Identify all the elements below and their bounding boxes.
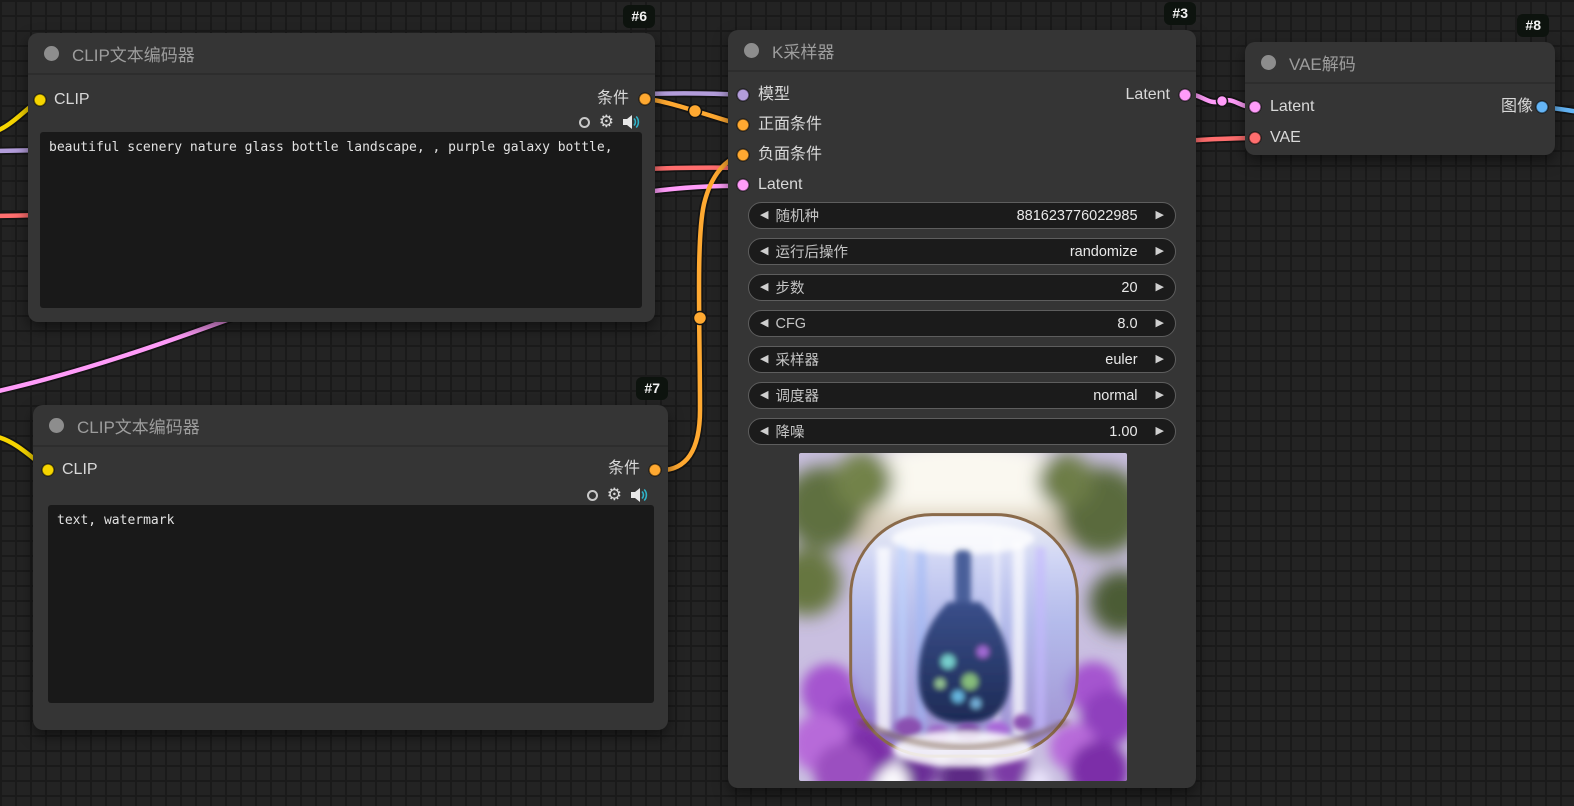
widget-label: 采样器 <box>775 349 819 370</box>
widget-value[interactable]: 8.0 <box>1117 316 1137 332</box>
increment-arrow-icon[interactable]: ▶ <box>1156 418 1164 445</box>
widget-label: 运行后操作 <box>775 241 848 262</box>
speaker-icon[interactable] <box>631 488 648 502</box>
widget-value[interactable]: normal <box>1093 388 1137 404</box>
widget-value[interactable]: 1.00 <box>1109 424 1137 440</box>
comfyui-canvas[interactable]: { "colors": { "clip": "#f6d500", "condit… <box>0 0 1574 806</box>
input-slot-label-vae: VAE <box>1270 128 1301 148</box>
node-id-badge: #6 <box>623 5 655 28</box>
node-header[interactable]: CLIP文本编码器 <box>33 405 668 447</box>
prompt-textarea[interactable]: beautiful scenery nature glass bottle la… <box>40 132 642 308</box>
node-clip-text-encode-positive[interactable]: #6 CLIP文本编码器 CLIP 条件 ⚙ beautiful scenery… <box>28 33 655 322</box>
collapse-dot-icon[interactable] <box>1261 55 1276 70</box>
input-slot-label-latent: Latent <box>1270 97 1314 117</box>
widget-control-after-generate[interactable]: ◀ 运行后操作 randomize ▶ <box>748 238 1176 265</box>
node-title: VAE解码 <box>1289 50 1356 75</box>
link-midpoint-dot[interactable] <box>1217 96 1228 107</box>
widget-seed[interactable]: ◀ 随机种 881623776022985 ▶ <box>748 202 1176 229</box>
widget-value[interactable]: randomize <box>1070 244 1138 260</box>
node-title: CLIP文本编码器 <box>77 413 200 438</box>
preview-image <box>799 453 1127 781</box>
node-header[interactable]: K采样器 <box>728 30 1196 72</box>
node-header[interactable]: VAE解码 <box>1245 42 1555 84</box>
widget-label: 随机种 <box>775 205 819 226</box>
increment-arrow-icon[interactable]: ▶ <box>1156 274 1164 301</box>
increment-arrow-icon[interactable]: ▶ <box>1156 238 1164 265</box>
widget-value[interactable]: 20 <box>1121 280 1137 296</box>
prompt-textarea[interactable]: text, watermark <box>48 505 654 703</box>
decrement-arrow-icon[interactable]: ◀ <box>760 310 768 337</box>
output-slot-label-latent: Latent <box>1126 85 1170 105</box>
node-ksampler[interactable]: #3 K采样器 模型 正面条件 负面条件 Latent Latent ◀ 随机种… <box>728 30 1196 788</box>
node-id-badge: #8 <box>1517 14 1549 37</box>
collapse-dot-icon[interactable] <box>744 43 759 58</box>
widget-steps[interactable]: ◀ 步数 20 ▶ <box>748 274 1176 301</box>
node-id-badge: #7 <box>636 377 668 400</box>
widget-value[interactable]: euler <box>1105 352 1137 368</box>
increment-arrow-icon[interactable]: ▶ <box>1156 310 1164 337</box>
widget-icon-row: ⚙ <box>587 487 648 503</box>
widget-cfg[interactable]: ◀ CFG 8.0 ▶ <box>748 310 1176 337</box>
widget-sampler-name[interactable]: ◀ 采样器 euler ▶ <box>748 346 1176 373</box>
link-midpoint-dot[interactable] <box>689 105 702 118</box>
decrement-arrow-icon[interactable]: ◀ <box>760 418 768 445</box>
link-midpoint-dot[interactable] <box>694 312 707 325</box>
decrement-arrow-icon[interactable]: ◀ <box>760 238 768 265</box>
input-slot-label-model: 模型 <box>758 85 790 105</box>
widget-value[interactable]: 881623776022985 <box>1017 208 1138 224</box>
node-id-badge: #3 <box>1164 2 1196 25</box>
widget-label: 步数 <box>775 277 804 298</box>
increment-arrow-icon[interactable]: ▶ <box>1156 346 1164 373</box>
node-title: K采样器 <box>772 38 834 63</box>
decrement-arrow-icon[interactable]: ◀ <box>760 274 768 301</box>
widget-icon-row: ⚙ <box>579 114 640 130</box>
node-clip-text-encode-negative[interactable]: #7 CLIP文本编码器 CLIP 条件 ⚙ text, watermark <box>33 405 668 730</box>
circle-toggle-icon[interactable] <box>587 490 598 501</box>
input-slot-label-clip: CLIP <box>62 460 98 480</box>
output-slot-label-conditioning: 条件 <box>597 89 629 109</box>
gear-icon[interactable]: ⚙ <box>599 114 614 130</box>
decrement-arrow-icon[interactable]: ◀ <box>760 346 768 373</box>
circle-toggle-icon[interactable] <box>579 117 590 128</box>
input-slot-label-negative: 负面条件 <box>758 145 822 165</box>
decrement-arrow-icon[interactable]: ◀ <box>760 202 768 229</box>
speaker-icon[interactable] <box>623 115 640 129</box>
widget-scheduler[interactable]: ◀ 调度器 normal ▶ <box>748 382 1176 409</box>
collapse-dot-icon[interactable] <box>49 418 64 433</box>
widget-label: CFG <box>775 316 806 332</box>
node-title: CLIP文本编码器 <box>72 41 195 66</box>
gear-icon[interactable]: ⚙ <box>607 487 622 503</box>
input-slot-label-positive: 正面条件 <box>758 115 822 135</box>
input-slot-label-clip: CLIP <box>54 90 90 110</box>
node-header[interactable]: CLIP文本编码器 <box>28 33 655 75</box>
collapse-dot-icon[interactable] <box>44 46 59 61</box>
widget-label: 调度器 <box>775 385 819 406</box>
node-vae-decode[interactable]: #8 VAE解码 Latent VAE 图像 <box>1245 42 1555 155</box>
output-slot-label-image: 图像 <box>1501 97 1533 117</box>
increment-arrow-icon[interactable]: ▶ <box>1156 382 1164 409</box>
decrement-arrow-icon[interactable]: ◀ <box>760 382 768 409</box>
increment-arrow-icon[interactable]: ▶ <box>1156 202 1164 229</box>
widget-denoise[interactable]: ◀ 降噪 1.00 ▶ <box>748 418 1176 445</box>
output-slot-label-conditioning: 条件 <box>608 459 640 479</box>
input-slot-label-latent: Latent <box>758 175 802 195</box>
widget-label: 降噪 <box>775 421 804 442</box>
